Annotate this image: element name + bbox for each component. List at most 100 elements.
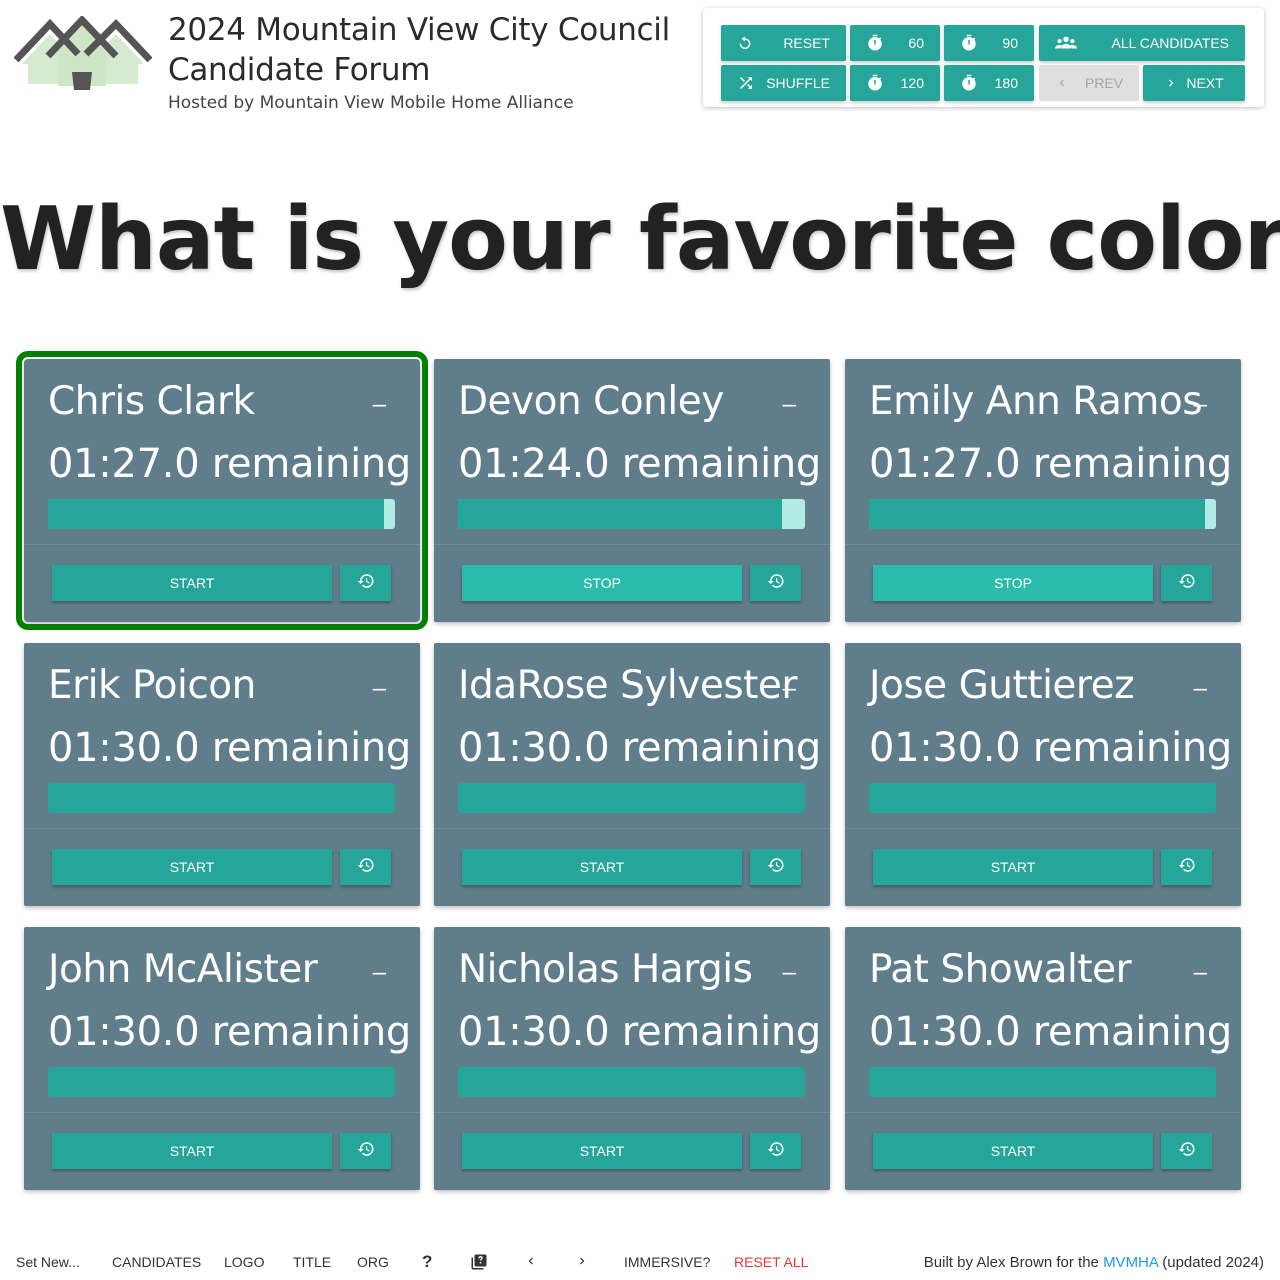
time-progress-fill [869,783,1216,813]
chevron-right-icon[interactable] [575,1252,589,1273]
time-progress-fill [869,499,1205,529]
minimize-icon[interactable]: – [783,675,796,703]
group-icon [1055,36,1077,49]
time-progress-bar [869,499,1216,529]
time-remaining: 01:30.0 remaining [869,725,1233,771]
restore-time-button[interactable] [340,1133,391,1169]
stopwatch-icon [868,34,882,51]
minimize-icon[interactable]: – [373,675,386,703]
candidate-card[interactable]: Jose Guttierez – 01:30.0 remaining START [845,643,1241,906]
time-progress-bar [869,1067,1216,1097]
minimize-icon[interactable]: – [373,391,386,419]
time-progress-bar [48,1067,395,1097]
history-icon [357,856,375,879]
time-remaining: 01:30.0 remaining [458,1009,822,1055]
set-logo-link[interactable]: LOGO [224,1254,264,1270]
restore-time-button[interactable] [1161,565,1212,601]
card-divider [845,828,1241,829]
timer-90-button[interactable]: 90 [944,25,1034,61]
mvmha-logo [14,16,152,90]
candidate-name: Emily Ann Ramos [869,379,1203,424]
timer-180-button[interactable]: 180 [944,65,1034,101]
credits: Built by Alex Brown for the MVMHA (updat… [924,1254,1264,1271]
candidate-card[interactable]: Devon Conley – 01:24.0 remaining STOP [434,359,830,622]
all-candidates-button[interactable]: ALL CANDIDATES [1039,25,1245,61]
help-button[interactable]: ? [422,1252,432,1272]
stopwatch-icon [962,74,976,91]
reset-all-link[interactable]: RESET ALL [734,1254,808,1270]
card-divider [24,544,420,545]
questions-icon[interactable] [470,1253,488,1274]
reset-button[interactable]: RESET [721,25,846,61]
start-stop-button[interactable]: START [873,849,1153,885]
candidate-card[interactable]: John McAlister – 01:30.0 remaining START [24,927,420,1190]
start-stop-button[interactable]: START [52,849,332,885]
candidate-name: Nicholas Hargis [458,947,753,992]
timer-120-button[interactable]: 120 [850,65,940,101]
start-stop-button[interactable]: STOP [462,565,742,601]
candidate-card[interactable]: Erik Poicon – 01:30.0 remaining START [24,643,420,906]
timer-60-button[interactable]: 60 [850,25,940,61]
time-remaining: 01:30.0 remaining [458,725,822,771]
start-stop-button[interactable]: START [462,849,742,885]
shuffle-button[interactable]: SHUFFLE [721,65,846,101]
time-remaining: 01:27.0 remaining [48,441,412,487]
candidate-card[interactable]: Chris Clark – 01:27.0 remaining START [16,351,428,630]
start-stop-button[interactable]: START [873,1133,1153,1169]
time-remaining: 01:24.0 remaining [458,441,822,487]
restore-time-button[interactable] [750,1133,801,1169]
start-stop-button[interactable]: START [52,565,332,601]
minimize-icon[interactable]: – [783,391,796,419]
time-progress-fill [48,1067,395,1097]
minimize-icon[interactable]: – [373,959,386,987]
candidate-card[interactable]: IdaRose Sylvester – 01:30.0 remaining START [434,643,830,906]
all-candidates-label: ALL CANDIDATES [1111,35,1229,51]
history-icon [1178,1140,1196,1163]
prev-label: PREV [1084,75,1123,91]
page-subtitle: Hosted by Mountain View Mobile Home Alli… [168,93,574,113]
mvmha-link[interactable]: MVMHA [1103,1254,1158,1271]
time-progress-bar [869,783,1216,813]
set-candidates-link[interactable]: CANDIDATES [112,1254,201,1270]
set-org-link[interactable]: ORG [357,1254,389,1270]
minimize-icon[interactable]: – [783,959,796,987]
time-progress-bar [458,499,805,529]
candidate-card[interactable]: Pat Showalter – 01:30.0 remaining START [845,927,1241,1190]
set-title-link[interactable]: TITLE [293,1254,331,1270]
start-stop-button[interactable]: START [462,1133,742,1169]
card-divider [434,828,830,829]
reset-icon [739,36,751,49]
timer-60-label: 60 [908,35,924,51]
reset-label: RESET [783,35,830,51]
history-icon [767,1140,785,1163]
restore-time-button[interactable] [1161,1133,1212,1169]
shuffle-icon [740,77,752,89]
prev-button[interactable]: PREV [1039,65,1139,101]
start-stop-button[interactable]: STOP [873,565,1153,601]
control-panel: RESET SHUFFLE 60 120 90 180 ALL CANDIDAT… [703,8,1264,107]
immersive-toggle[interactable]: IMMERSIVE? [624,1254,710,1270]
history-icon [1178,572,1196,595]
candidate-card[interactable]: Emily Ann Ramos – 01:27.0 remaining STOP [845,359,1241,622]
history-icon [1178,856,1196,879]
restore-time-button[interactable] [750,849,801,885]
restore-time-button[interactable] [340,849,391,885]
start-stop-button[interactable]: START [52,1133,332,1169]
next-button[interactable]: NEXT [1143,65,1245,101]
minimize-icon[interactable]: – [1194,391,1207,419]
history-icon [357,1140,375,1163]
candidate-name: Erik Poicon [48,663,256,708]
restore-time-button[interactable] [1161,849,1212,885]
timer-90-label: 90 [1002,35,1018,51]
stopwatch-icon [868,74,882,91]
chevron-left-icon[interactable] [524,1252,538,1273]
card-divider [434,1112,830,1113]
restore-time-button[interactable] [340,565,391,601]
time-progress-bar [458,783,805,813]
minimize-icon[interactable]: – [1194,959,1207,987]
minimize-icon[interactable]: – [1194,675,1207,703]
restore-time-button[interactable] [750,565,801,601]
candidate-name: Pat Showalter [869,947,1132,992]
candidate-card[interactable]: Nicholas Hargis – 01:30.0 remaining START [434,927,830,1190]
time-remaining: 01:30.0 remaining [869,1009,1233,1055]
